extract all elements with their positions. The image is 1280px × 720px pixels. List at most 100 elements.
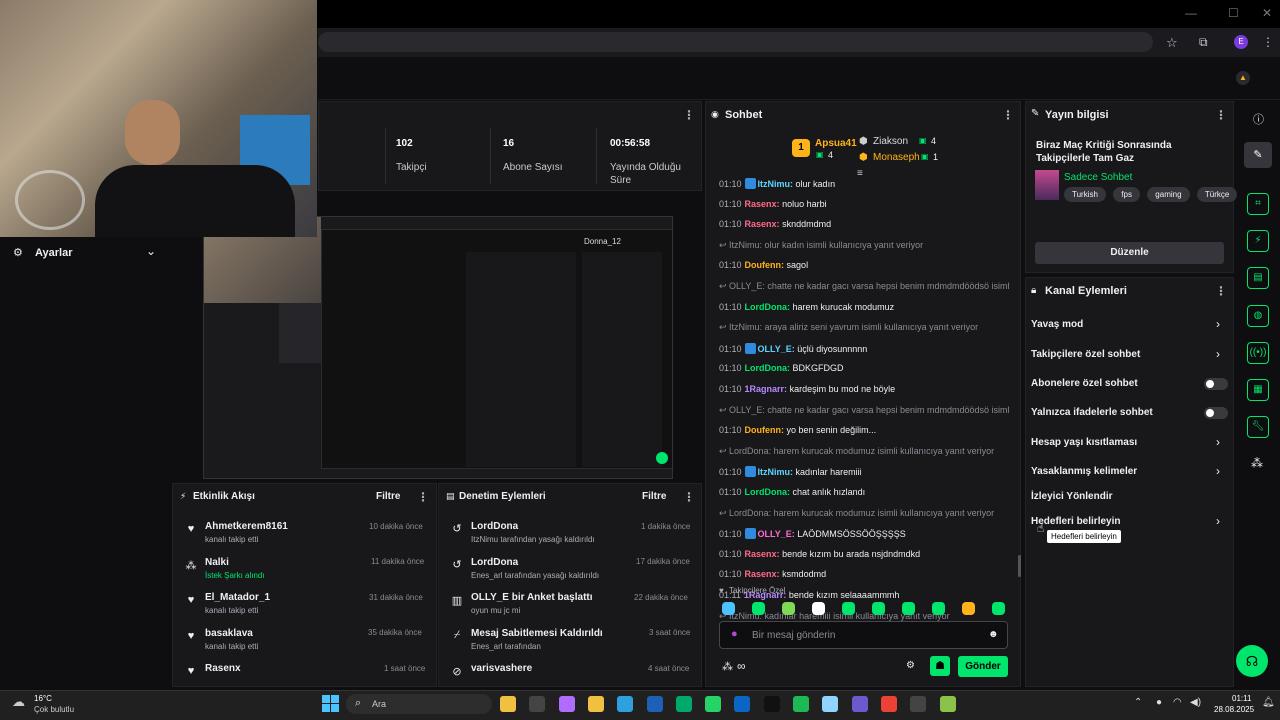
chat-scrollbar[interactable]: [1018, 555, 1021, 577]
bolt-icon[interactable]: ⚡: [1247, 230, 1269, 252]
clock-date[interactable]: 28.08.2025: [1214, 705, 1254, 714]
settings-label[interactable]: Ayarlar: [35, 247, 73, 259]
message-username[interactable]: LordDona:: [745, 363, 791, 373]
weather-text[interactable]: Çok bulutlu: [34, 705, 74, 714]
banned-words-action[interactable]: Yasaklanmış kelimeler: [1031, 466, 1137, 477]
taskbar-app-icon[interactable]: [939, 696, 956, 712]
chat-message[interactable]: 01:10 LordDona: BDKGFDGD: [719, 363, 1009, 373]
mic-icon[interactable]: ●: [1156, 697, 1162, 708]
emote-icon[interactable]: [872, 602, 885, 615]
emote-icon[interactable]: [962, 602, 975, 615]
taskbar-app-icon[interactable]: [705, 696, 722, 712]
taskbar-app-icon[interactable]: [851, 696, 868, 712]
chat-message[interactable]: 01:10 OLLY_E: üçlü diyosunnnnn: [719, 342, 1009, 354]
close-button[interactable]: ✕: [1262, 6, 1272, 20]
message-username[interactable]: Doufenn:: [745, 260, 785, 270]
chat-reply-context[interactable]: ↩ OLLY_E: chatte ne kadar gacı varsa hep…: [719, 405, 1009, 416]
taskbar-app-icon[interactable]: [910, 696, 927, 712]
stats-menu-icon[interactable]: ⋮: [683, 108, 695, 122]
chat-reply-context[interactable]: ↩ ItzNimu: araya aliriz seni yavrum isim…: [719, 322, 1009, 333]
wifi-icon[interactable]: ◠: [1173, 697, 1182, 708]
chevron-right-icon[interactable]: ›: [1216, 464, 1220, 478]
account-age-action[interactable]: Hesap yaşı kısıtlaması: [1031, 437, 1137, 448]
send-button[interactable]: Gönder: [958, 656, 1008, 677]
list-item[interactable]: Rasenx: [205, 663, 241, 674]
edit-icon[interactable]: ✎: [1244, 142, 1272, 168]
emote-icon[interactable]: [752, 602, 765, 615]
message-username[interactable]: Rasenx:: [745, 549, 780, 559]
stream-preview[interactable]: Donna_12: [203, 216, 673, 479]
minimize-button[interactable]: —: [1185, 6, 1197, 20]
chevron-right-icon[interactable]: ›: [1216, 435, 1220, 449]
chat-message[interactable]: 01:10 Doufenn: sagol: [719, 260, 1009, 270]
followers-only-action[interactable]: Takipçilere özel sohbet: [1031, 349, 1140, 360]
list-item[interactable]: Ahmetkerem8161 kanalı takip etti: [205, 521, 288, 544]
broadcast-icon[interactable]: ((•)): [1247, 342, 1269, 364]
taskbar-app-icon[interactable]: [880, 696, 897, 712]
message-username[interactable]: Rasenx:: [745, 199, 780, 209]
message-username[interactable]: LordDona:: [745, 302, 791, 312]
layout-icon[interactable]: ▦: [1247, 379, 1269, 401]
taskbar-app-icon[interactable]: [763, 696, 780, 712]
channel-actions-menu-icon[interactable]: ⋮: [1215, 284, 1227, 298]
star-icon[interactable]: ☆: [1166, 35, 1178, 51]
maximize-button[interactable]: ☐: [1228, 6, 1239, 20]
message-username[interactable]: ItzNimu:: [758, 179, 794, 189]
emote-icon[interactable]: [842, 602, 855, 615]
message-username[interactable]: Rasenx:: [745, 569, 780, 579]
chevron-up-icon[interactable]: ⌃: [1134, 697, 1142, 708]
chevron-right-icon[interactable]: ›: [1216, 347, 1220, 361]
emote-icon[interactable]: [902, 602, 915, 615]
search-label[interactable]: Ara: [372, 699, 386, 709]
message-username[interactable]: Rasenx:: [745, 219, 780, 229]
subs-only-toggle[interactable]: [1204, 378, 1228, 390]
chat-message[interactable]: 01:10 ItzNimu: kadınlar haremiii: [719, 466, 1009, 478]
category-label[interactable]: Sadece Sohbet: [1064, 172, 1132, 183]
info-icon[interactable]: ⓘ: [1253, 111, 1264, 127]
chat-message[interactable]: 01:10 Rasenx: ksmdodmd: [719, 569, 1009, 579]
chat-message[interactable]: 01:10 Rasenx: noluo harbi: [719, 199, 1009, 209]
user-menu-icon[interactable]: ▲: [1236, 71, 1250, 85]
emoji-icon[interactable]: ☻: [988, 629, 999, 640]
chat-message[interactable]: 01:10 LordDona: harem kurucak modumuz: [719, 302, 1009, 312]
activity-menu-icon[interactable]: ⋮: [417, 490, 429, 504]
menu-icon[interactable]: ⋮: [1262, 35, 1274, 49]
bell-icon[interactable]: 🔔︎: [1262, 697, 1275, 708]
chat-reply-context[interactable]: ↩ OLLY_E: chatte ne kadar gacı varsa hep…: [719, 281, 1009, 292]
raid-action[interactable]: İzleyici Yönlendir: [1031, 491, 1113, 502]
tag[interactable]: gaming: [1147, 187, 1190, 202]
list-item[interactable]: LordDona ItzNimu tarafından yasağı kaldı…: [471, 521, 595, 544]
stream-info-menu-icon[interactable]: ⋮: [1215, 108, 1227, 122]
moderation-menu-icon[interactable]: ⋮: [683, 490, 695, 504]
second-name[interactable]: Ziakson: [873, 136, 908, 147]
chevron-down-icon[interactable]: ⌄: [146, 244, 156, 258]
emote-icon[interactable]: [932, 602, 945, 615]
taskbar-app-icon[interactable]: [675, 696, 692, 712]
bot-icon[interactable]: ☗: [930, 656, 950, 676]
chevron-right-icon[interactable]: ›: [1216, 514, 1220, 528]
slow-mode-action[interactable]: Yavaş mod: [1031, 319, 1083, 330]
support-icon[interactable]: ☊: [1236, 645, 1268, 677]
tag[interactable]: fps: [1113, 187, 1140, 202]
notes-icon[interactable]: ▤: [1247, 267, 1269, 289]
clock-time[interactable]: 01:11: [1232, 694, 1251, 703]
chat-reply-context[interactable]: ↩ ItzNimu: olur kadın isimli kullanıcıya…: [719, 240, 1009, 251]
profile-avatar[interactable]: E: [1234, 35, 1248, 49]
list-item[interactable]: El_Matador_1 kanalı takip etti: [205, 592, 270, 615]
wrench-icon[interactable]: 🔧︎: [1247, 416, 1269, 438]
taskbar-app-icon[interactable]: [646, 696, 663, 712]
list-item[interactable]: Nalki İstek Şarkı alındı: [205, 557, 265, 580]
list-item[interactable]: basaklava kanalı takip etti: [205, 628, 258, 651]
taskbar-app-icon[interactable]: [793, 696, 809, 712]
infinity-icon[interactable]: ∞: [737, 659, 746, 673]
emote-icon[interactable]: [992, 602, 1005, 615]
chat-reply-context[interactable]: ↩ LordDona: harem kurucak modumuz isimli…: [719, 508, 1009, 519]
leader-name[interactable]: Apsua41: [815, 138, 857, 149]
volume-icon[interactable]: ◀): [1190, 697, 1201, 708]
taskbar-app-icon[interactable]: [558, 696, 575, 712]
edit-button[interactable]: Düzenle: [1035, 242, 1224, 264]
taskbar-app-icon[interactable]: [500, 696, 516, 712]
emote-only-toggle[interactable]: [1204, 407, 1228, 419]
chat-menu-icon[interactable]: ⋮: [1002, 108, 1014, 122]
chat-message[interactable]: 01:10 LordDona: chat anlık hızlandı: [719, 487, 1009, 497]
